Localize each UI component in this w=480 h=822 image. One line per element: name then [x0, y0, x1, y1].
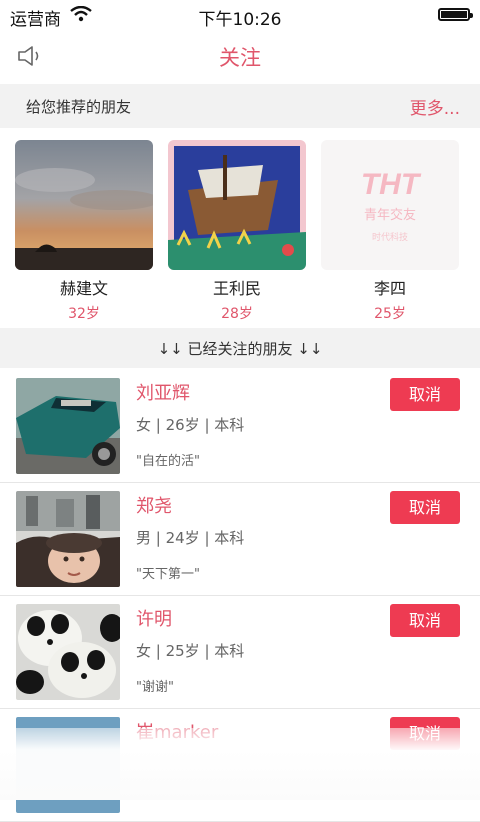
avatar[interactable]: [16, 491, 120, 587]
more-link[interactable]: 更多...: [410, 94, 460, 119]
recommend-photo[interactable]: [15, 140, 153, 270]
status-bar: 运营商 下午10:26: [0, 0, 480, 30]
friend-signature: "谢谢": [136, 680, 174, 695]
list-item[interactable]: 郑尧 男 | 24岁 | 本科 "天下第一" 取消: [0, 483, 480, 596]
cancel-follow-button[interactable]: 取消: [390, 491, 460, 524]
friend-name: 许明: [136, 609, 172, 630]
friend-name: 郑尧: [136, 496, 172, 517]
recommend-name: 王利民: [212, 279, 261, 298]
logo-tagline: 时代科技: [371, 233, 408, 243]
nav-bar: 关注: [0, 30, 480, 82]
friend-info: 女 | 25岁 | 本科: [136, 642, 245, 660]
page-title: 关注: [219, 46, 261, 70]
list-item[interactable]: 刘亚辉 女 | 26岁 | 本科 "自在的活" 取消: [0, 370, 480, 483]
friend-name: 刘亚辉: [136, 383, 190, 404]
recommend-card[interactable]: 赫建文 32岁: [15, 140, 153, 322]
logo-subtitle: 青年交友: [363, 208, 416, 223]
cancel-follow-button[interactable]: 取消: [390, 604, 460, 637]
recommend-photo[interactable]: [168, 140, 306, 270]
recommend-card[interactable]: 王利民 28岁: [168, 140, 306, 322]
list-item[interactable]: 许明 女 | 25岁 | 本科 "谢谢" 取消: [0, 596, 480, 709]
recommend-name: 李四: [373, 279, 406, 298]
battery-icon: [438, 8, 473, 21]
recommend-title: 给您推荐的朋友: [26, 98, 132, 116]
recommend-name: 赫建文: [59, 279, 108, 298]
cancel-follow-button[interactable]: 取消: [390, 378, 460, 411]
friend-signature: "自在的活": [136, 454, 200, 469]
avatar[interactable]: [16, 378, 120, 474]
recommend-age: 28岁: [221, 306, 253, 322]
recommend-header: 给您推荐的朋友 更多...: [0, 84, 480, 128]
avatar[interactable]: [16, 604, 120, 700]
followed-title: ↓↓ 已经关注的朋友 ↓↓: [157, 340, 323, 358]
bottom-overlay: [0, 728, 480, 800]
clock: 下午10:26: [198, 10, 282, 30]
recommend-age: 32岁: [68, 306, 100, 322]
friend-info: 男 | 24岁 | 本科: [136, 529, 245, 547]
friend-signature: "天下第一": [136, 567, 200, 582]
recommend-photo[interactable]: THT 青年交友 时代科技: [321, 140, 459, 270]
recommend-age: 25岁: [374, 306, 406, 322]
followed-header: ↓↓ 已经关注的朋友 ↓↓: [0, 328, 480, 368]
app-logo: THT: [360, 168, 420, 201]
friend-info: 女 | 26岁 | 本科: [136, 416, 245, 434]
recommend-card[interactable]: THT 青年交友 时代科技 李四 25岁: [321, 140, 459, 322]
